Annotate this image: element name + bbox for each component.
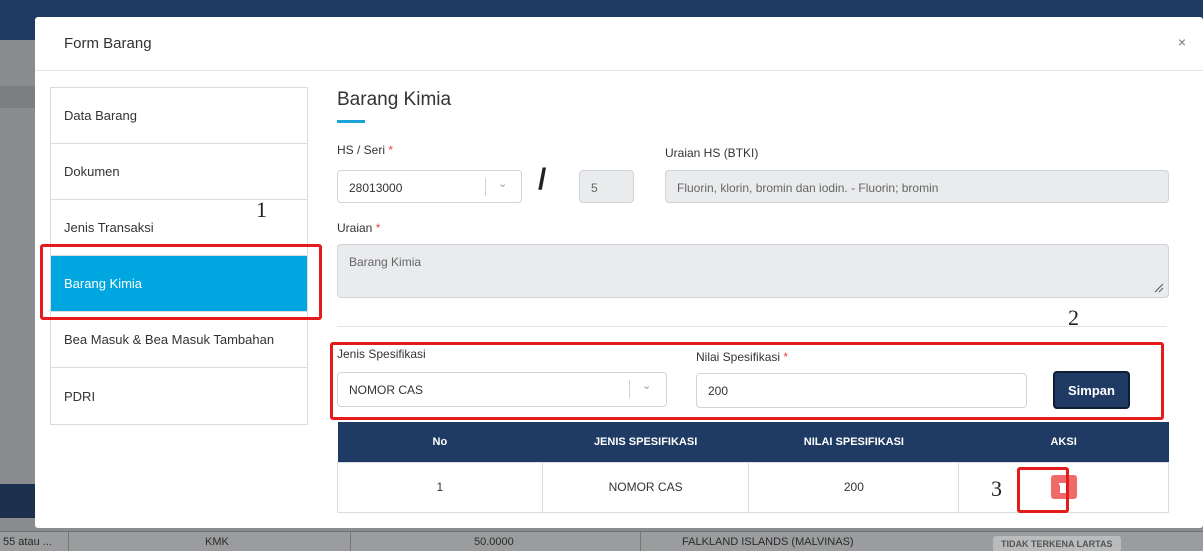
sidebar-item-label: PDRI — [64, 388, 96, 404]
table-row: 1 NOMOR CAS 200 — [337, 461, 1169, 513]
divider — [337, 326, 1167, 327]
cell-no: 1 — [337, 461, 543, 513]
form-barang-modal: Form Barang × Data Barang Dokumen Jenis … — [35, 17, 1203, 528]
sidebar-item-jenis-transaksi[interactable]: Jenis Transaksi — [51, 200, 307, 256]
modal-title: Form Barang — [64, 35, 152, 52]
cell-jenis: NOMOR CAS — [541, 461, 750, 513]
sidebar-nav: Data Barang Dokumen Jenis Transaksi Bara… — [50, 87, 308, 425]
background-cell: 55 atau ... — [3, 536, 52, 548]
table-header-row: No JENIS SPESIFIKASI NILAI SPESIFIKASI A… — [337, 422, 1169, 462]
jenis-spesifikasi-label: Jenis Spesifikasi — [337, 347, 426, 361]
sidebar-item-bea-masuk[interactable]: Bea Masuk & Bea Masuk Tambahan — [51, 312, 307, 368]
background-badge: TIDAK TERKENA LARTAS — [993, 536, 1121, 551]
cell-nilai: 200 — [748, 461, 960, 513]
annotation-number-3: 3 — [991, 476, 1002, 501]
sidebar-item-data-barang[interactable]: Data Barang — [51, 88, 307, 144]
uraian-hs-field[interactable]: Fluorin, klorin, bromin dan iodin. - Flu… — [665, 170, 1169, 203]
jenis-spesifikasi-select[interactable]: NOMOR CAS ⌄ — [337, 372, 667, 407]
background-cell: FALKLAND ISLANDS (MALVINAS) — [682, 536, 854, 548]
spesifikasi-table: No JENIS SPESIFIKASI NILAI SPESIFIKASI A… — [337, 422, 1169, 513]
sidebar-item-label: Jenis Transaksi — [64, 220, 154, 235]
delete-button[interactable] — [1050, 475, 1077, 499]
background-table-row: 55 atau ... KMK 50.0000 FALKLAND ISLANDS… — [0, 531, 1203, 551]
column-header: JENIS SPESIFIKASI — [542, 422, 749, 462]
sidebar-item-label: Bea Masuk & Bea Masuk Tambahan — [64, 332, 275, 347]
sidebar-item-pdri[interactable]: PDRI — [51, 368, 307, 424]
uraian-textarea[interactable]: Barang Kimia — [337, 244, 1169, 298]
sidebar-item-label: Data Barang — [64, 108, 137, 123]
simpan-button[interactable]: Simpan — [1053, 371, 1130, 409]
chevron-down-icon: ⌄ — [642, 380, 652, 392]
column-header: NILAI SPESIFIKASI — [748, 422, 959, 462]
title-underline — [337, 120, 365, 123]
jenis-spesifikasi-value: NOMOR CAS — [349, 383, 424, 397]
trash-icon — [1058, 483, 1069, 493]
column-header: No — [337, 422, 543, 462]
seri-field[interactable]: 5 — [579, 170, 634, 203]
uraian-hs-label: Uraian HS (BTKI) — [665, 146, 759, 160]
sidebar-item-barang-kimia[interactable]: Barang Kimia — [51, 256, 307, 312]
hs-seri-select[interactable]: 28013000 ⌄ — [337, 170, 522, 203]
background-cell: KMK — [205, 536, 229, 548]
sidebar-item-dokumen[interactable]: Dokumen — [51, 144, 307, 200]
hs-seri-label: HS / Seri * — [337, 143, 394, 157]
uraian-label: Uraian * — [337, 221, 381, 235]
column-header: AKSI — [958, 422, 1169, 462]
sidebar-item-label: Dokumen — [64, 164, 120, 179]
nilai-spesifikasi-label: Nilai Spesifikasi * — [696, 350, 789, 364]
close-icon[interactable]: × — [1178, 34, 1186, 50]
chevron-down-icon: ⌄ — [498, 178, 508, 190]
separator-slash: / — [538, 163, 547, 196]
annotation-number-2: 2 — [1068, 305, 1079, 330]
sidebar-item-label: Barang Kimia — [64, 276, 143, 291]
background-cell: 50.0000 — [474, 536, 514, 548]
annotation-number-1: 1 — [256, 197, 267, 222]
resize-handle-icon — [1154, 283, 1164, 293]
hs-seri-value: 28013000 — [349, 181, 403, 195]
nilai-spesifikasi-field[interactable]: 200 — [696, 373, 1027, 408]
section-title: Barang Kimia — [337, 89, 452, 110]
modal-header: Form Barang × — [35, 17, 1203, 71]
